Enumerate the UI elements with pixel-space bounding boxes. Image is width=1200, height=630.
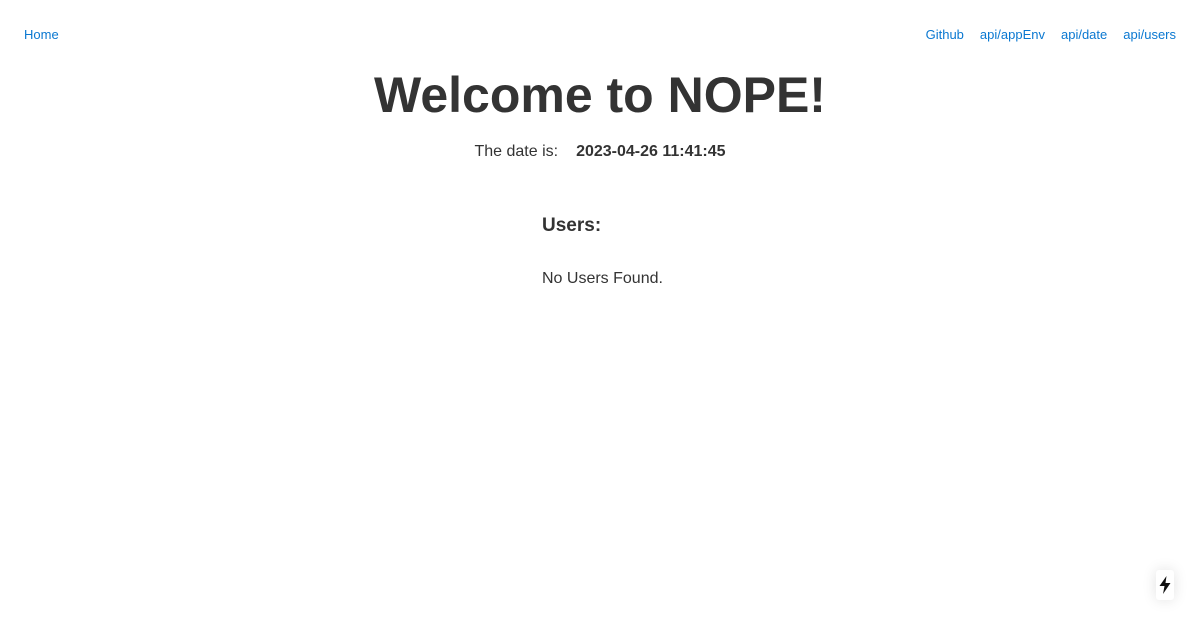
nav-link-home[interactable]: Home — [24, 27, 59, 42]
page: Home Github api/appEnv api/date api/user… — [0, 0, 1200, 630]
users-section: Users: No Users Found. — [542, 214, 942, 289]
date-line: The date is: 2023-04-26 11:41:45 — [0, 142, 1200, 162]
nav-link-api-users[interactable]: api/users — [1123, 27, 1176, 42]
nav-link-github[interactable]: Github — [926, 27, 964, 42]
nav-link-api-date[interactable]: api/date — [1061, 27, 1107, 42]
top-nav: Home Github api/appEnv api/date api/user… — [24, 26, 1176, 42]
lightning-bolt-icon — [1159, 576, 1171, 594]
users-empty-message: No Users Found. — [542, 270, 663, 287]
users-heading: Users: — [542, 215, 602, 236]
date-label: The date is: — [474, 143, 559, 160]
nav-link-api-appenv[interactable]: api/appEnv — [980, 27, 1045, 42]
page-title: Welcome to NOPE! — [374, 67, 826, 123]
nav-links: Github api/appEnv api/date api/users — [926, 27, 1176, 42]
date-value: 2023-04-26 11:41:45 — [576, 143, 726, 160]
dev-indicator-button[interactable] — [1156, 570, 1174, 600]
